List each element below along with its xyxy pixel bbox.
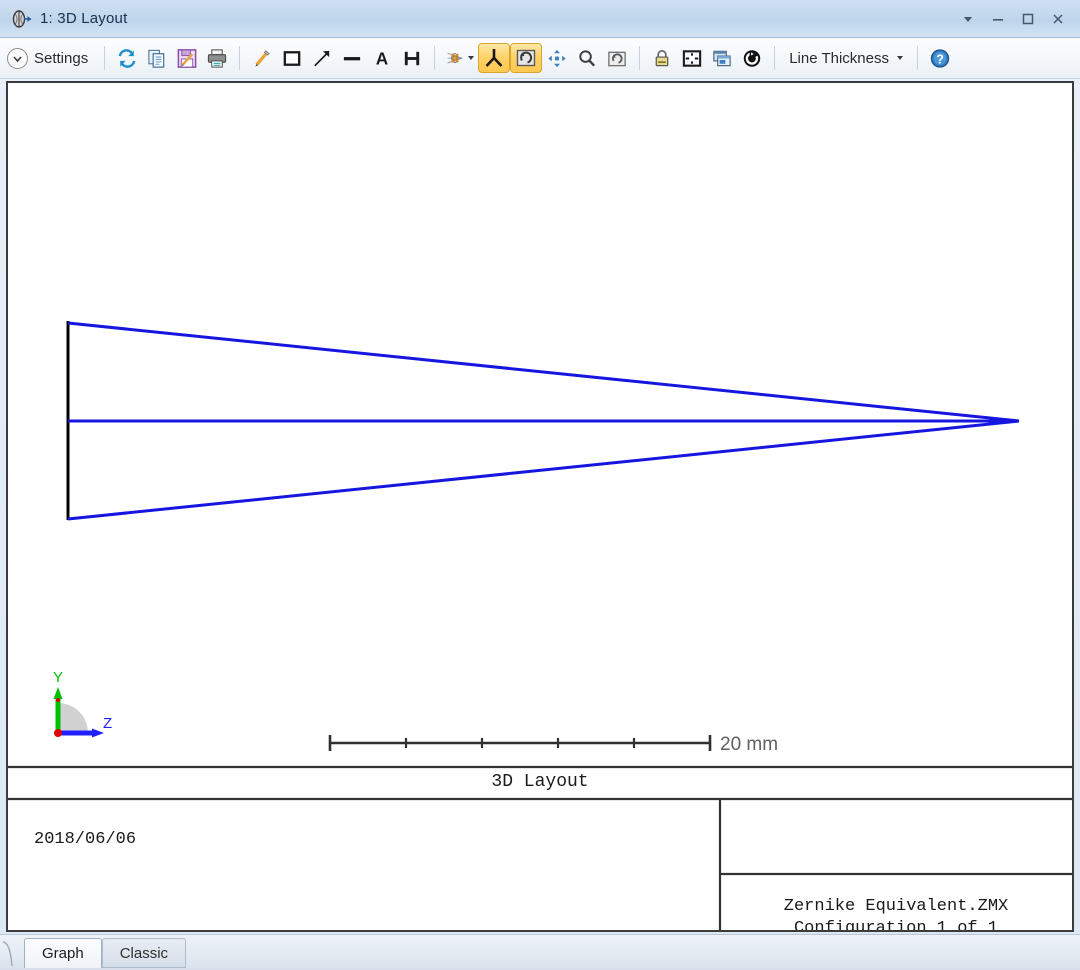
text-icon[interactable]: A [367,42,397,74]
rotate-view-icon[interactable] [510,43,542,73]
dimension-icon[interactable] [397,42,427,74]
axis-3d-icon[interactable] [478,43,510,73]
minimize-button[interactable] [984,6,1012,32]
arrow-icon[interactable] [307,42,337,74]
app-window: 1: 3D Layout Settings [0,0,1080,970]
window-title: 1: 3D Layout [40,10,127,27]
ray-lower [68,421,1019,519]
lock-icon[interactable] [647,42,677,74]
tab-classic[interactable]: Classic [102,938,186,968]
axis-z-label: Z [103,715,112,732]
maximize-button[interactable] [1014,6,1042,32]
toolbar-separator [774,46,775,70]
graph-canvas[interactable]: Y Z 20 mm 3D Layout 2018/06/06 [6,81,1074,932]
settings-button[interactable]: Settings [0,42,97,74]
dropdown-button[interactable] [954,6,982,32]
chevron-down-icon [468,56,474,60]
fit-window-icon[interactable] [677,42,707,74]
copy-icon[interactable] [142,42,172,74]
toolbar: Settings [0,38,1080,79]
graph-caption: 3D Layout [491,772,588,792]
chevron-down-icon [897,56,903,60]
axis-indicator: Y Z [53,669,112,738]
ray-upper [68,323,1019,421]
window-controls [954,6,1080,32]
toolbar-separator [639,46,640,70]
line-icon[interactable] [337,42,367,74]
layout-plot: Y Z 20 mm 3D Layout 2018/06/06 [8,83,1072,930]
tab-strip: Graph Classic [0,934,1080,970]
refresh-icon[interactable] [112,42,142,74]
tab-strip-curve [0,938,24,968]
svg-text:A: A [376,48,388,68]
file-name: Zernike Equivalent.ZMX [784,897,1008,916]
line-thickness-label: Line Thickness [789,50,889,67]
toolbar-separator [917,46,918,70]
chevron-down-icon [7,48,28,69]
toolbar-separator [104,46,105,70]
pencil-icon[interactable] [247,42,277,74]
axis-y-label: Y [53,669,63,686]
graph-date: 2018/06/06 [34,830,136,849]
toolbar-separator [239,46,240,70]
toolbar-separator [434,46,435,70]
tab-graph[interactable]: Graph [24,938,102,968]
lens-icon [10,8,32,30]
print-icon[interactable] [202,42,232,74]
tab-graph-label: Graph [42,945,84,962]
scale-bar: 20 mm [330,734,778,755]
configuration-label: Configuration 1 of 1 [794,919,998,930]
zoom-icon[interactable] [572,42,602,74]
layers-icon[interactable] [707,42,737,74]
ray-fan-icon[interactable] [442,42,478,74]
refresh-circle-icon[interactable] [737,42,767,74]
close-button[interactable] [1044,6,1072,32]
settings-label: Settings [34,50,88,67]
save-icon[interactable] [172,42,202,74]
tab-classic-label: Classic [120,945,168,962]
pan-icon[interactable] [542,42,572,74]
svg-text:?: ? [936,52,944,66]
line-thickness-dropdown[interactable]: Line Thickness [782,42,910,74]
help-icon[interactable]: ? [925,42,955,74]
rectangle-icon[interactable] [277,42,307,74]
reset-view-icon[interactable] [602,42,632,74]
title-bar: 1: 3D Layout [0,0,1080,38]
scale-label: 20 mm [720,734,778,755]
